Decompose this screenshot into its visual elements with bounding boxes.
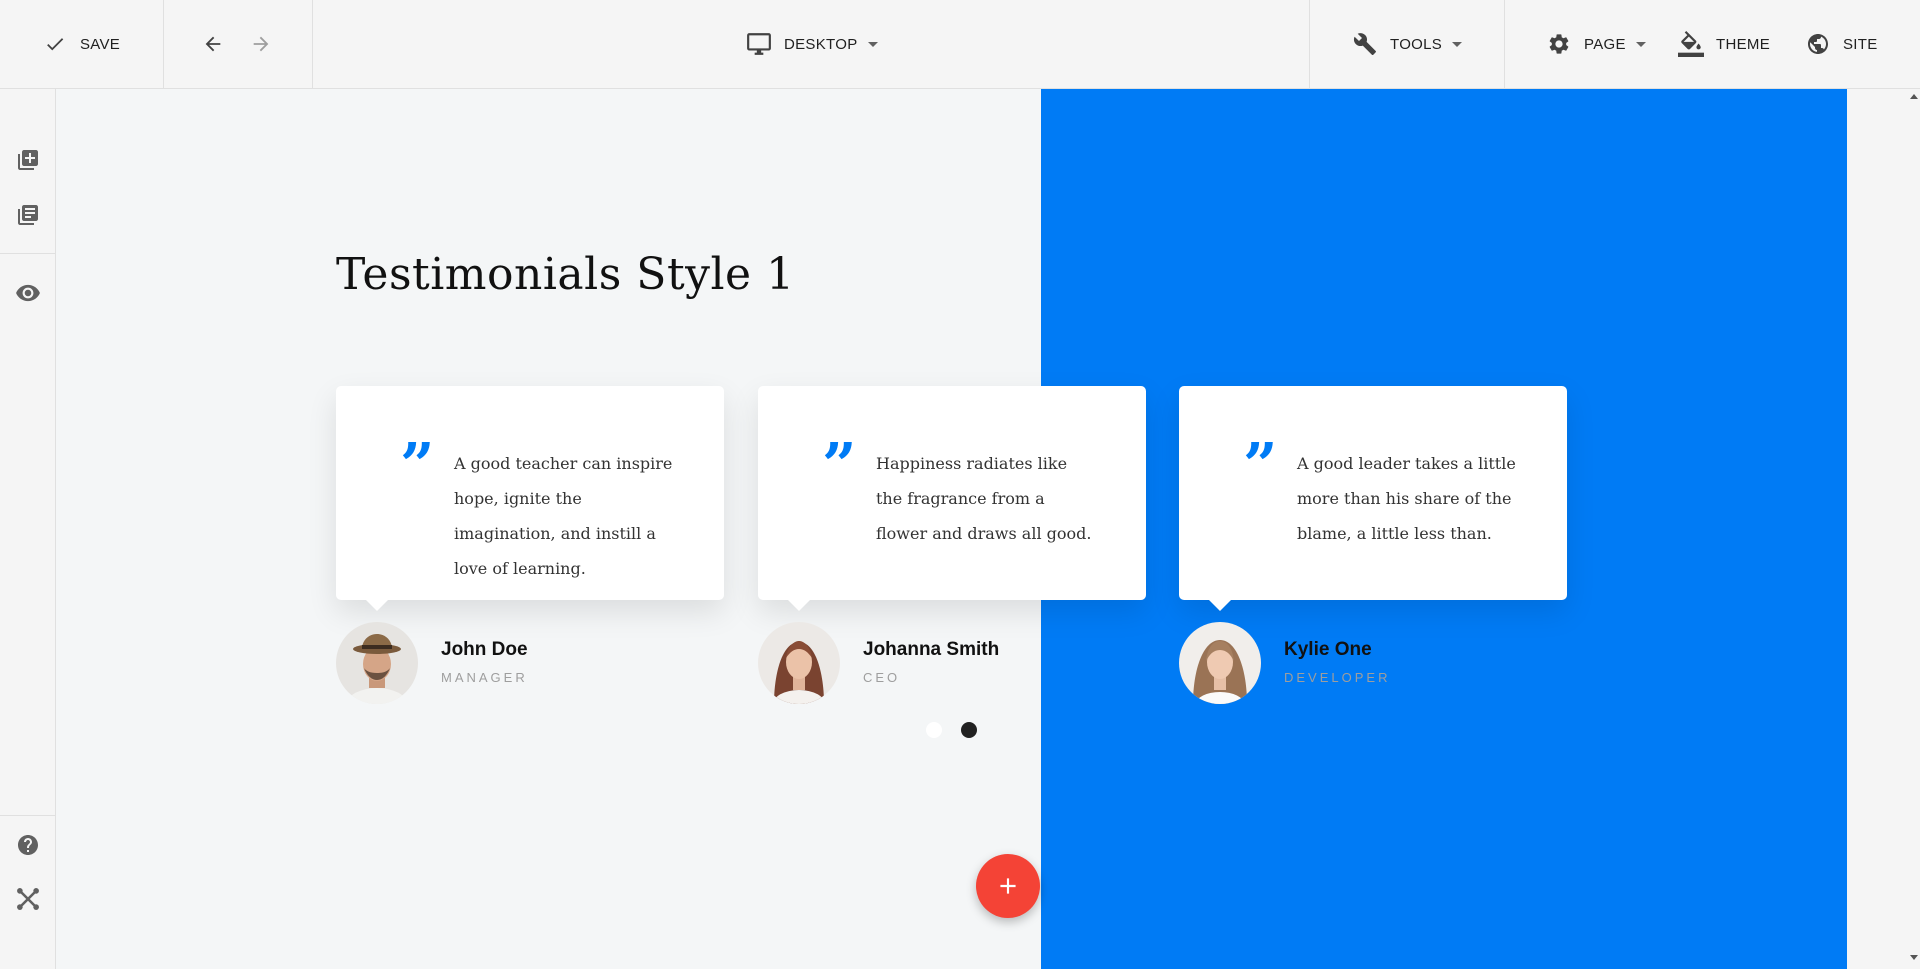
author-role: CEO <box>863 670 901 685</box>
section-title: Testimonials Style 1 <box>336 249 795 300</box>
tools-label: TOOLS <box>1390 35 1443 53</box>
testimonial-card: ” Happiness radiates like the fragrance … <box>758 386 1146 611</box>
theme-button[interactable]: THEME <box>1678 0 1770 88</box>
page-canvas: Testimonials Style 1 ” A good teacher ca… <box>56 89 1847 969</box>
gear-icon <box>1546 31 1572 57</box>
quote-mark-icon: ” <box>400 431 435 501</box>
testimonial-quote: A good teacher can inspire hope, ignite … <box>454 454 673 578</box>
add-block-icon[interactable] <box>14 146 42 174</box>
tools-menu[interactable]: TOOLS <box>1352 0 1463 88</box>
author-name: Kylie One <box>1284 639 1372 660</box>
theme-label: THEME <box>1716 35 1770 53</box>
device-label: DESKTOP <box>784 35 858 53</box>
add-section-button[interactable] <box>976 854 1040 918</box>
save-group: SAVE <box>42 0 120 88</box>
page-label: PAGE <box>1584 35 1626 53</box>
avatar <box>336 622 418 704</box>
testimonial-quote: Happiness radiates like the fragrance fr… <box>876 454 1092 543</box>
toolbar-divider <box>312 0 313 88</box>
scroll-down-arrow-icon[interactable] <box>1910 955 1918 960</box>
author-name: John Doe <box>441 639 528 660</box>
help-icon[interactable] <box>14 831 42 859</box>
preview-eye-icon[interactable] <box>14 279 42 307</box>
rail-divider <box>0 253 56 254</box>
chevron-down-icon <box>867 41 878 47</box>
plus-icon <box>1000 878 1016 894</box>
check-icon <box>42 31 68 57</box>
redo-arrow-icon[interactable] <box>248 31 274 57</box>
testimonial-quote: A good leader takes a little more than h… <box>1297 454 1516 543</box>
avatar <box>758 622 840 704</box>
wrench-icon <box>1352 31 1378 57</box>
paint-bucket-icon <box>1678 31 1704 57</box>
author-name: Johanna Smith <box>863 639 1000 660</box>
testimonial-card: ” A good leader takes a little more than… <box>1179 386 1567 611</box>
toolbar-divider <box>163 0 164 88</box>
save-button[interactable]: SAVE <box>42 0 120 88</box>
left-sidebar <box>0 89 56 969</box>
chevron-down-icon <box>1452 41 1463 47</box>
history-group <box>200 0 274 88</box>
top-toolbar: SAVE DESKTOP TOOLS PAGE THEME SITE <box>0 0 1920 89</box>
save-label: SAVE <box>80 35 121 53</box>
quote-mark-icon: ” <box>822 431 857 501</box>
globe-icon <box>1805 31 1831 57</box>
quote-mark-icon: ” <box>1243 431 1278 501</box>
toolbar-divider <box>1504 0 1505 88</box>
library-icon[interactable] <box>14 201 42 229</box>
testimonial-author: John Doe MANAGER <box>336 622 666 704</box>
scrollbar[interactable] <box>1847 89 1920 969</box>
chevron-down-icon <box>1635 41 1646 47</box>
avatar <box>1179 622 1261 704</box>
scroll-up-arrow-icon[interactable] <box>1910 94 1918 99</box>
site-label: SITE <box>1843 35 1878 53</box>
page-menu[interactable]: PAGE <box>1546 0 1646 88</box>
toolbar-divider <box>1309 0 1310 88</box>
testimonial-author: Kylie One DEVELOPER <box>1179 622 1509 704</box>
desktop-monitor-icon <box>746 31 772 57</box>
device-selector[interactable]: DESKTOP <box>746 0 878 88</box>
testimonial-card: ” A good teacher can inspire hope, ignit… <box>336 386 724 611</box>
author-role: DEVELOPER <box>1284 670 1391 685</box>
site-button[interactable]: SITE <box>1805 0 1878 88</box>
undo-arrow-icon[interactable] <box>200 31 226 57</box>
carousel-dot-1[interactable] <box>926 722 942 738</box>
testimonial-author: Johanna Smith CEO <box>758 622 1088 704</box>
joomla-logo-icon[interactable] <box>14 885 42 913</box>
rail-divider <box>0 815 56 816</box>
carousel-dot-2[interactable] <box>961 722 977 738</box>
author-role: MANAGER <box>441 670 528 685</box>
